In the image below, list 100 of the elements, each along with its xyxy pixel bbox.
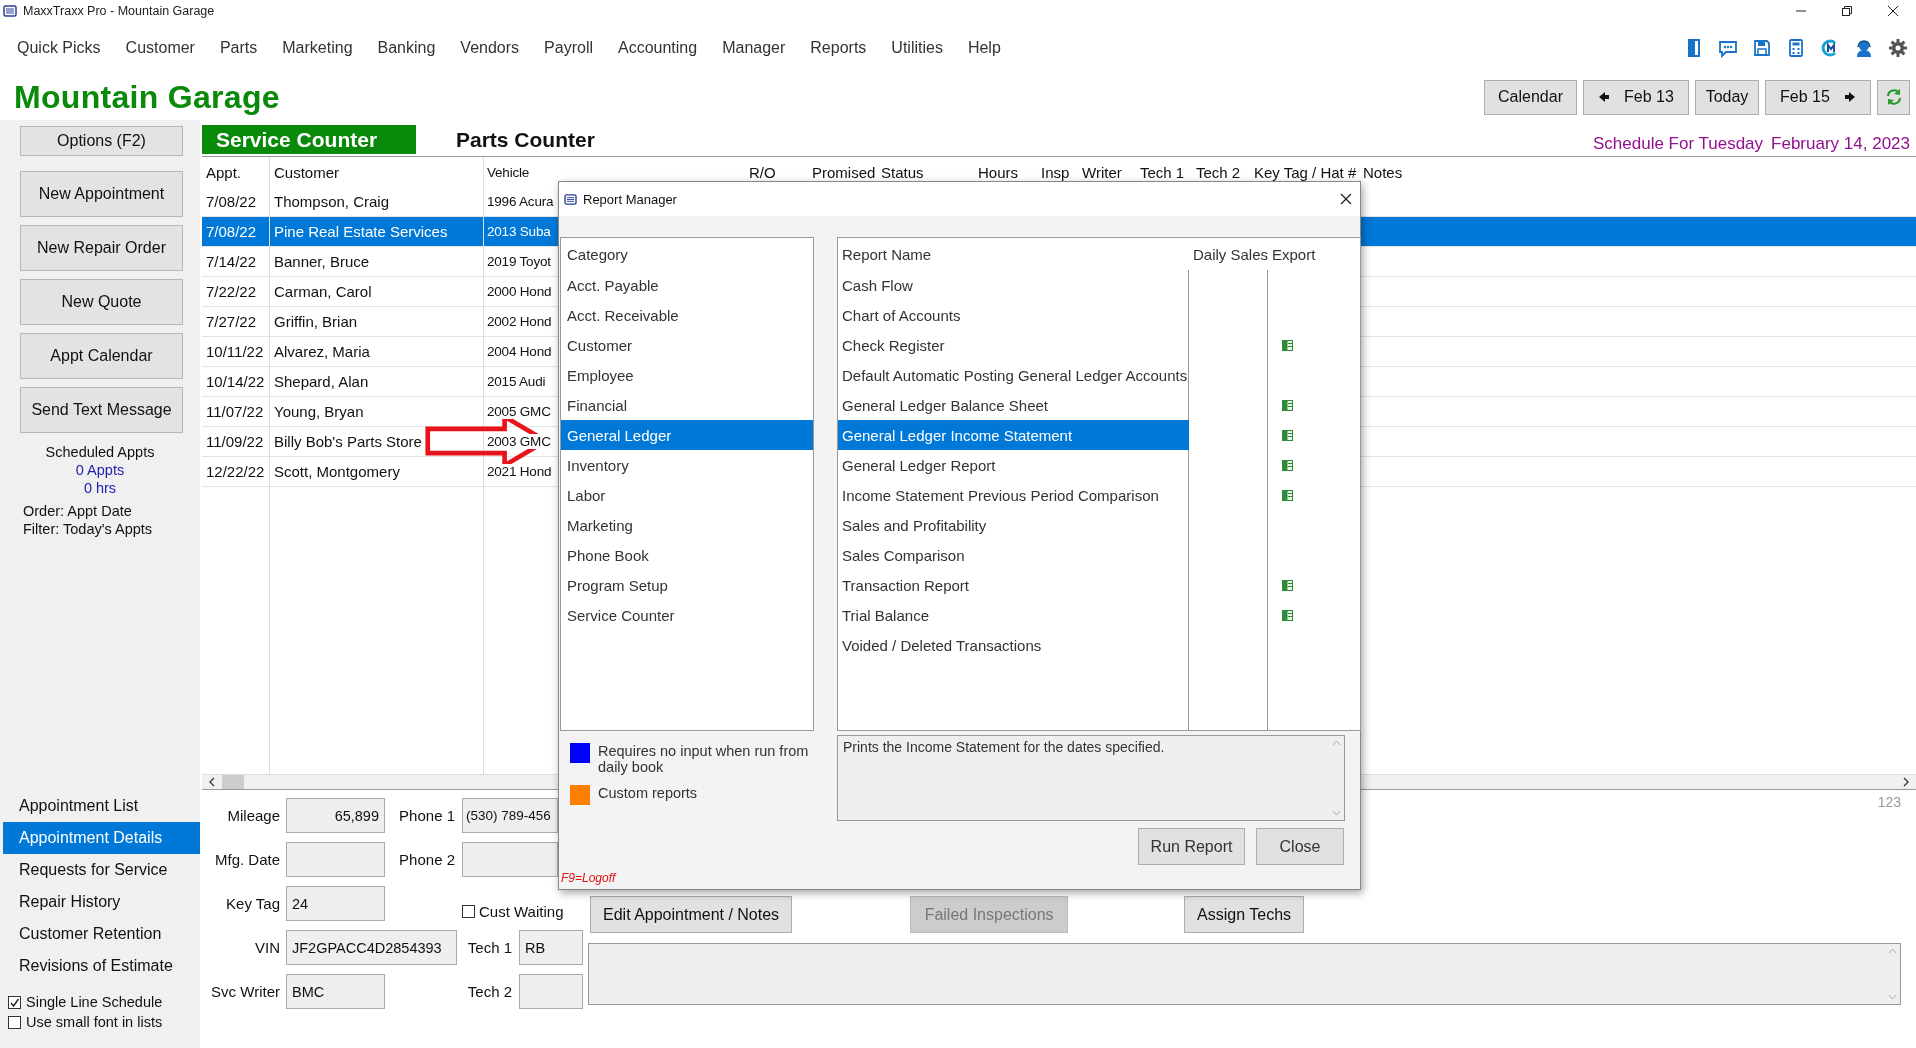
input-field[interactable] [519, 974, 583, 1009]
column-header[interactable]: Notes [1359, 157, 1916, 187]
table-cell: 10/11/22 [202, 337, 270, 366]
input-field[interactable]: RB [519, 930, 583, 965]
menu-item[interactable]: Parts [219, 39, 258, 57]
report-item[interactable]: Trial Balance [838, 600, 1189, 630]
today-button[interactable]: Today [1695, 79, 1759, 115]
table-cell: 11/07/22 [202, 397, 270, 426]
report-item[interactable]: Income Statement Previous Period Comparison [838, 480, 1189, 510]
spreadsheet-icon[interactable] [1282, 429, 1293, 441]
input-field[interactable]: BMC [286, 974, 385, 1009]
report-item[interactable]: General Ledger Balance Sheet [838, 390, 1189, 420]
checkbox[interactable] [8, 1015, 21, 1029]
category-item[interactable]: Labor [561, 480, 813, 510]
report-item[interactable]: General Ledger Report [838, 450, 1189, 480]
view-tab[interactable]: Appointment Details [3, 822, 200, 854]
category-item[interactable]: Employee [561, 360, 813, 390]
column-header[interactable]: Vehicle [484, 157, 558, 187]
checkbox-label: Single Line Schedule [26, 994, 163, 1010]
action-button[interactable]: Send Text Message [20, 387, 183, 433]
record-number: 123 [1877, 794, 1901, 810]
calendar-button[interactable]: Calendar [1484, 79, 1577, 115]
right-arrow-icon [1843, 91, 1856, 103]
previous-day-button[interactable]: Feb 13 [1583, 79, 1689, 115]
checkbox[interactable] [8, 995, 21, 1009]
calculator-icon[interactable] [1786, 38, 1806, 58]
table-cell: 2002 Hond [487, 314, 552, 329]
view-tab[interactable]: Customer Retention [3, 918, 200, 950]
report-item[interactable]: Sales and Profitability [838, 510, 1189, 540]
table-cell: Pine Real Estate Services [270, 217, 484, 246]
spreadsheet-icon[interactable] [1282, 399, 1293, 411]
chat-icon[interactable] [1718, 38, 1738, 58]
menu-item[interactable]: Reports [810, 39, 867, 57]
support-person-icon[interactable] [1854, 38, 1874, 58]
action-button[interactable]: Appt Calendar [20, 333, 183, 379]
spreadsheet-icon[interactable] [1282, 489, 1293, 501]
restore-icon[interactable] [1841, 5, 1853, 17]
left-arrow-icon [1598, 91, 1611, 103]
dialog-button[interactable]: Close [1256, 828, 1344, 865]
menu-item[interactable]: Help [967, 39, 1001, 57]
menu-item[interactable]: Customer [125, 39, 195, 57]
menu-item[interactable]: Banking [377, 39, 436, 57]
menu-item[interactable]: Quick Picks [17, 39, 101, 57]
menu-item[interactable]: Vendors [460, 39, 520, 57]
category-item[interactable]: Acct. Payable [561, 270, 813, 300]
close-icon[interactable] [1340, 193, 1352, 205]
category-item[interactable]: Marketing [561, 510, 813, 540]
report-item[interactable]: Cash Flow [838, 270, 1189, 300]
input-field[interactable]: 65,899 [286, 798, 385, 833]
settings-icon[interactable] [1888, 38, 1908, 58]
view-tab[interactable]: Requests for Service [3, 854, 200, 886]
action-button[interactable]: Assign Techs [1184, 896, 1305, 933]
window-title: MaxxTraxx Pro - Mountain Garage [23, 4, 216, 18]
counter-tab[interactable]: Parts Counter [442, 125, 609, 154]
input-field[interactable] [462, 842, 558, 877]
report-item[interactable]: Sales Comparison [838, 540, 1189, 570]
input-field[interactable]: JF2GPACC4D2854393 [286, 930, 457, 965]
category-item[interactable]: Service Counter [561, 600, 813, 630]
category-item[interactable]: Acct. Receivable [561, 300, 813, 330]
scroll-thumb[interactable] [222, 775, 244, 789]
report-item[interactable]: Voided / Deleted Transactions [838, 630, 1189, 660]
report-item[interactable]: Transaction Report [838, 570, 1189, 600]
menu-item[interactable]: Utilities [891, 39, 943, 57]
input-field[interactable]: 24 [286, 886, 385, 921]
menu-item[interactable]: Payroll [544, 39, 593, 57]
category-item[interactable]: Program Setup [561, 570, 813, 600]
close-icon[interactable] [1887, 5, 1899, 17]
view-tab[interactable]: Repair History [3, 886, 200, 918]
action-button[interactable]: Edit Appointment / Notes [590, 896, 793, 933]
refresh-button[interactable] [1877, 79, 1910, 115]
report-item[interactable]: Chart of Accounts [838, 300, 1189, 330]
menu-item[interactable]: Accounting [618, 39, 698, 57]
category-item[interactable]: General Ledger [561, 420, 813, 450]
menu-item[interactable]: Marketing [282, 39, 353, 57]
category-item[interactable]: Phone Book [561, 540, 813, 570]
dialog-button[interactable]: Run Report [1138, 828, 1245, 865]
report-item[interactable]: Check Register [838, 330, 1189, 360]
category-item[interactable]: Customer [561, 330, 813, 360]
action-button[interactable]: New Appointment [20, 171, 183, 217]
next-day-button[interactable]: Feb 15 [1765, 79, 1871, 115]
report-item[interactable]: General Ledger Income Statement [838, 420, 1189, 450]
category-item[interactable]: Inventory [561, 450, 813, 480]
options-button[interactable]: Options (F2) [20, 126, 183, 156]
spreadsheet-icon[interactable] [1282, 339, 1293, 351]
counter-tab[interactable]: Service Counter [202, 125, 416, 154]
table-cell: 2021 Hond [487, 464, 552, 479]
action-button[interactable]: New Quote [20, 279, 183, 325]
view-tab[interactable]: Revisions of Estimate [3, 950, 200, 982]
report-item[interactable]: Default Automatic Posting General Ledger Accounts [838, 360, 1189, 390]
category-item[interactable]: Financial [561, 390, 813, 420]
spreadsheet-icon[interactable] [1282, 459, 1293, 471]
spreadsheet-icon[interactable] [1282, 579, 1293, 591]
view-tab[interactable]: Appointment List [3, 790, 200, 822]
checkbox[interactable] [462, 904, 475, 918]
input-field[interactable] [286, 842, 385, 877]
action-button[interactable]: New Repair Order [20, 225, 183, 271]
input-field[interactable]: (530) 789-456 [462, 798, 558, 833]
spreadsheet-icon[interactable] [1282, 609, 1293, 621]
save-icon[interactable] [1752, 38, 1772, 58]
menu-item[interactable]: Manager [722, 39, 786, 57]
